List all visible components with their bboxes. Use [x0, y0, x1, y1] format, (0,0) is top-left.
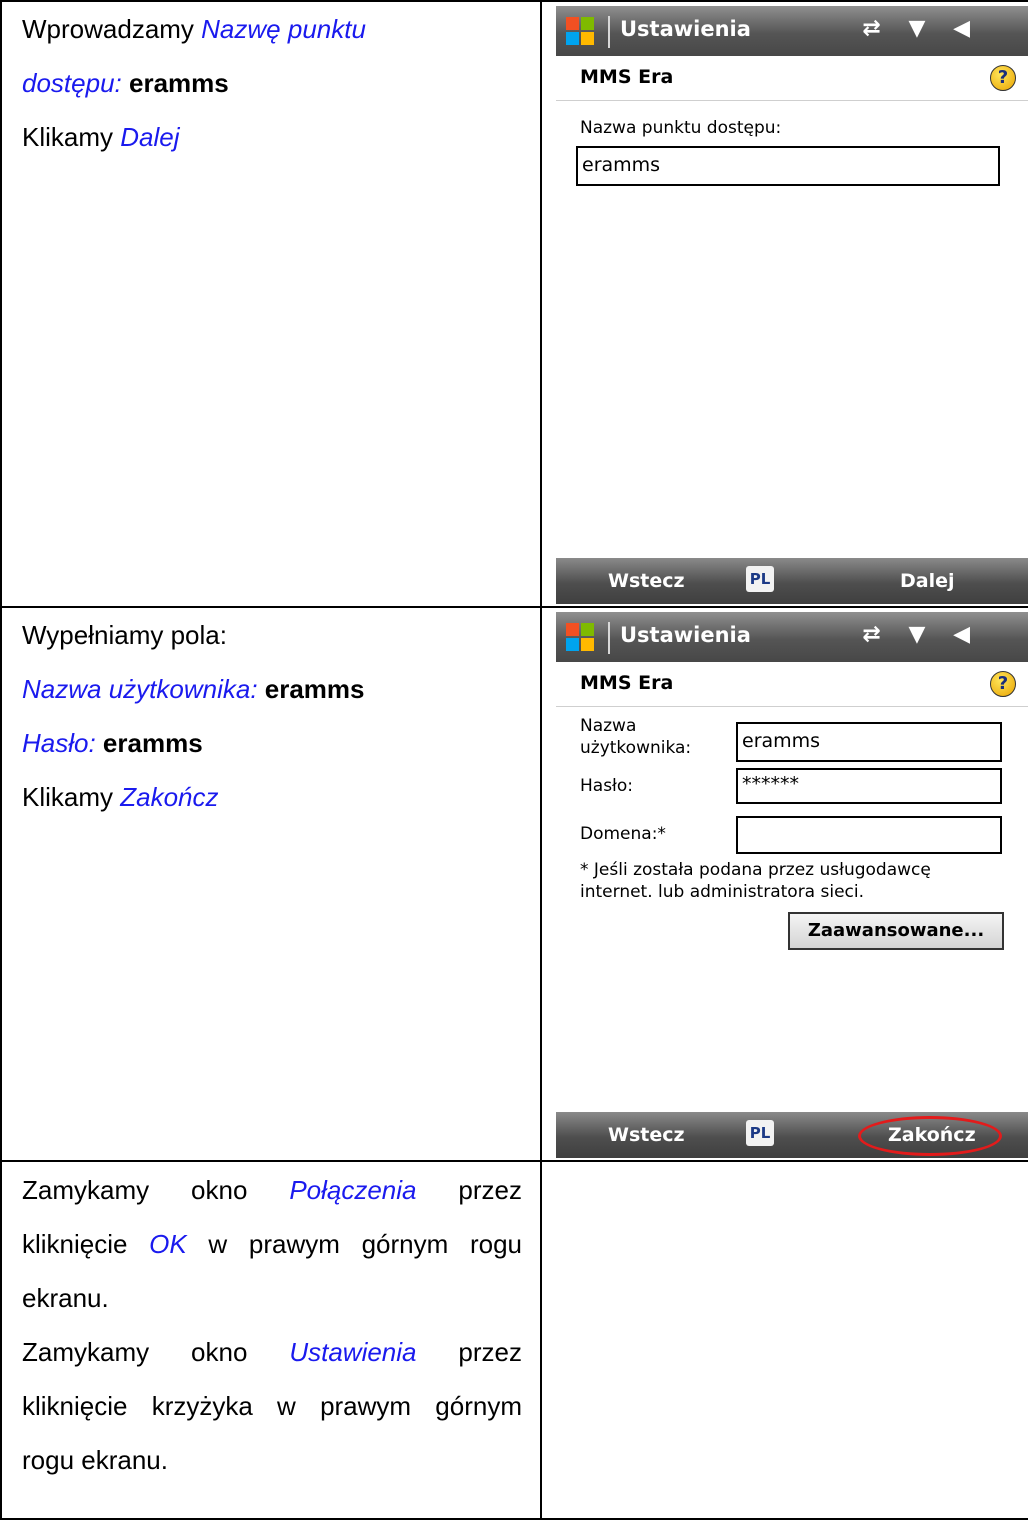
instruction-line: Hasło: eramms — [22, 716, 522, 770]
password-label: Hasło: — [580, 776, 634, 796]
status-icons[interactable]: ⇄ ▼ ◀ — [862, 622, 980, 647]
plain-text: przez — [416, 1337, 522, 1367]
keyword-text: Zakończ — [120, 782, 219, 812]
instruction-cell-3: Zamykamy okno Połączenia przez kliknięcie… — [22, 1163, 522, 1487]
row-divider-2 — [0, 1160, 1028, 1162]
title-separator — [608, 622, 610, 654]
softkey-bar: Wstecz PL Dalej — [556, 558, 1028, 604]
instruction-line: Nazwa użytkownika: eramms — [22, 662, 522, 716]
windows-logo-icon[interactable] — [566, 623, 594, 651]
window-title: Ustawienia — [620, 17, 751, 41]
title-bar: Ustawienia ⇄ ▼ ◀ — [556, 612, 1028, 662]
highlight-ellipse — [858, 1116, 1002, 1156]
page-header: MMS Era ? — [556, 662, 1028, 707]
window-title: Ustawienia — [620, 623, 751, 647]
keyword-text: OK — [149, 1229, 187, 1259]
keyword-text: Połączenia — [289, 1175, 417, 1205]
instruction-line: Klikamy Zakończ — [22, 770, 522, 824]
title-bar: Ustawienia ⇄ ▼ ◀ — [556, 6, 1028, 56]
windows-logo-icon[interactable] — [566, 17, 594, 45]
back-softkey[interactable]: Wstecz — [608, 1124, 685, 1146]
column-divider — [540, 0, 542, 1520]
plain-text: Klikamy — [22, 782, 121, 812]
keyword-text: Nazwę punktu — [201, 14, 366, 44]
instruction-cell-1: Wprowadzamy Nazwę punktu dostępu: eramms K… — [22, 2, 522, 164]
plain-text: ekranu. — [22, 1283, 109, 1313]
instruction-line: Wprowadzamy Nazwę punktu — [22, 2, 522, 56]
keyword-text: Nazwa użytkownika: — [22, 674, 265, 704]
table-border-left — [0, 0, 2, 1520]
instruction-line: ekranu. — [22, 1271, 522, 1325]
domain-note-line2: internet. lub administratora sieci. — [580, 882, 865, 902]
page-title: MMS Era — [580, 66, 674, 88]
plain-text: kliknięcie krzyżyka w prawym górnym — [22, 1391, 522, 1421]
plain-text: Zamykamy okno — [22, 1337, 290, 1367]
advanced-button[interactable]: Zaawansowane... — [788, 912, 1004, 950]
screenshot-credentials: Ustawienia ⇄ ▼ ◀ MMS Era ? Nazwa użytkow… — [556, 612, 1028, 1158]
plain-text: w prawym górnym rogu — [186, 1229, 522, 1259]
keyword-text: Hasło: — [22, 728, 103, 758]
instruction-line: kliknięcie OK w prawym górnym rogu — [22, 1217, 522, 1271]
instruction-line: Zamykamy okno Połączenia przez — [22, 1163, 522, 1217]
input-method-icon[interactable]: PL — [746, 1120, 774, 1146]
username-input[interactable]: eramms — [736, 722, 1002, 762]
next-softkey[interactable]: Dalej — [900, 570, 955, 592]
access-point-label: Nazwa punktu dostępu: — [580, 118, 782, 138]
instruction-line: rogu ekranu. — [22, 1433, 522, 1487]
value-text: eramms — [264, 674, 365, 704]
plain-text: Zamykamy okno — [22, 1175, 290, 1205]
instruction-line: dostępu: eramms — [22, 56, 522, 110]
screenshot-access-point: Ustawienia ⇄ ▼ ◀ MMS Era ? Nazwa punktu … — [556, 6, 1028, 604]
help-icon[interactable]: ? — [990, 671, 1016, 697]
page-title: MMS Era — [580, 672, 674, 694]
access-point-input[interactable]: eramms — [576, 146, 1000, 186]
back-softkey[interactable]: Wstecz — [608, 570, 685, 592]
plain-text: Klikamy — [22, 122, 121, 152]
input-method-icon[interactable]: PL — [746, 566, 774, 592]
domain-input[interactable] — [736, 816, 1002, 854]
plain-text: Wypełniamy pola: — [22, 620, 227, 650]
page-header: MMS Era ? — [556, 56, 1028, 101]
plain-text: kliknięcie — [22, 1229, 150, 1259]
title-separator — [608, 16, 610, 48]
help-icon[interactable]: ? — [990, 65, 1016, 91]
value-text: eramms — [102, 728, 203, 758]
status-icons[interactable]: ⇄ ▼ ◀ — [862, 16, 980, 41]
keyword-text: Dalej — [120, 122, 180, 152]
username-label-line2: użytkownika: — [580, 738, 692, 758]
value-text: eramms — [128, 68, 229, 98]
instruction-cell-2: Wypełniamy pola: Nazwa użytkownika: eramm… — [22, 608, 522, 824]
instruction-line: Klikamy Dalej — [22, 110, 522, 164]
domain-note-line1: * Jeśli została podana przez usługodawcę — [580, 860, 931, 880]
keyword-text: Ustawienia — [289, 1337, 417, 1367]
instruction-line: Zamykamy okno Ustawienia przez — [22, 1325, 522, 1379]
keyword-text: dostępu: — [22, 68, 129, 98]
password-input[interactable]: ****** — [736, 768, 1002, 804]
instruction-line: kliknięcie krzyżyka w prawym górnym — [22, 1379, 522, 1433]
instruction-line: Wypełniamy pola: — [22, 608, 522, 662]
plain-text: przez — [416, 1175, 522, 1205]
username-label-line1: Nazwa — [580, 716, 637, 736]
domain-label: Domena:* — [580, 824, 666, 844]
plain-text: rogu ekranu. — [22, 1445, 168, 1475]
plain-text: Wprowadzamy — [22, 14, 202, 44]
